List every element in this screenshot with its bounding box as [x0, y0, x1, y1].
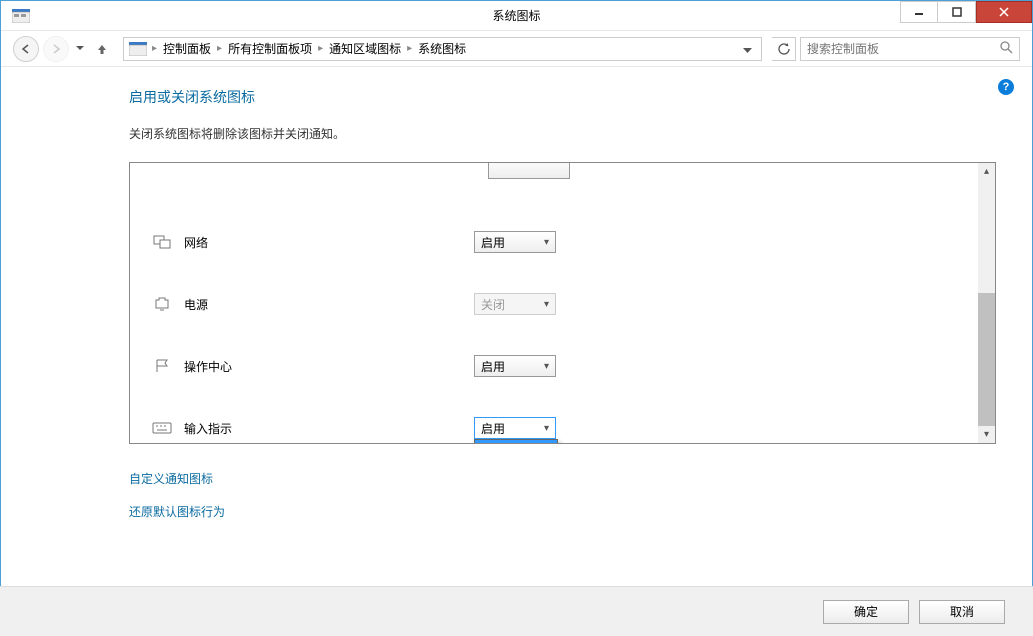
maximize-button[interactable] — [938, 1, 976, 23]
row-label: 电源 — [174, 296, 474, 313]
crumb-system-icons[interactable]: 系统图标 — [418, 40, 466, 57]
row-label: 操作中心 — [174, 358, 474, 375]
row-label: 网络 — [174, 234, 474, 251]
option-enable[interactable]: 启用 — [475, 440, 557, 444]
scrollbar[interactable]: ▴ ▾ — [978, 163, 995, 443]
cancel-button[interactable]: 取消 — [919, 600, 1005, 624]
row-network: 网络 启用 ▾ — [150, 211, 958, 273]
flag-icon — [150, 358, 174, 374]
back-button[interactable] — [13, 36, 39, 62]
crumb-control-panel[interactable]: 控制面板 — [163, 40, 211, 57]
crumb-all-items[interactable]: 所有控制面板项 — [228, 40, 312, 57]
page-title: 启用或关闭系统图标 — [129, 87, 996, 107]
page-description: 关闭系统图标将删除该图标并关闭通知。 — [129, 125, 996, 142]
row-power: 电源 关闭 ▾ — [150, 273, 958, 335]
icon-list: 网络 启用 ▾ 电源 关闭 ▾ 操作中心 启用 — [129, 162, 996, 444]
up-button[interactable] — [91, 38, 113, 60]
scroll-track[interactable] — [978, 180, 995, 426]
help-icon[interactable]: ? — [998, 79, 1014, 95]
titlebar: 系统图标 — [1, 1, 1032, 31]
minimize-button[interactable] — [900, 1, 938, 23]
chevron-down-icon: ▾ — [544, 237, 549, 248]
scroll-thumb[interactable] — [978, 293, 995, 426]
address-dropdown[interactable] — [733, 42, 757, 56]
partial-row-top — [150, 173, 958, 181]
crumb-notification-area[interactable]: 通知区域图标 — [329, 40, 401, 57]
select-network[interactable]: 启用 ▾ — [474, 231, 556, 253]
links: 自定义通知图标 还原默认图标行为 — [129, 470, 996, 520]
bottom-bar: 确定 取消 — [0, 586, 1033, 636]
row-label: 输入指示 — [174, 420, 474, 437]
power-icon — [150, 296, 174, 312]
chevron-down-icon: ▾ — [544, 423, 549, 434]
ok-button[interactable]: 确定 — [823, 600, 909, 624]
chevron-down-icon: ▾ — [544, 299, 549, 310]
window-title: 系统图标 — [492, 7, 540, 24]
link-restore[interactable]: 还原默认图标行为 — [129, 503, 996, 520]
history-dropdown[interactable] — [73, 38, 87, 60]
chevron-down-icon: ▾ — [544, 361, 549, 372]
chevron-right-icon: ▸ — [217, 43, 222, 54]
app-icon — [9, 4, 33, 28]
scroll-down-button[interactable]: ▾ — [978, 426, 995, 443]
chevron-right-icon: ▸ — [318, 43, 323, 54]
row-action-center: 操作中心 启用 ▾ — [150, 335, 958, 397]
content: ? 启用或关闭系统图标 关闭系统图标将删除该图标并关闭通知。 网络 启用 ▾ 电… — [1, 67, 1032, 585]
forward-button[interactable] — [43, 36, 69, 62]
nav-bar: ▸ 控制面板 ▸ 所有控制面板项 ▸ 通知区域图标 ▸ 系统图标 — [1, 31, 1032, 67]
partial-select[interactable] — [488, 162, 570, 179]
scroll-up-button[interactable]: ▴ — [978, 163, 995, 180]
keyboard-icon — [150, 421, 174, 435]
select-power: 关闭 ▾ — [474, 293, 556, 315]
breadcrumb: ▸ 控制面板 ▸ 所有控制面板项 ▸ 通知区域图标 ▸ 系统图标 — [152, 40, 733, 57]
network-icon — [150, 234, 174, 250]
address-bar[interactable]: ▸ 控制面板 ▸ 所有控制面板项 ▸ 通知区域图标 ▸ 系统图标 — [123, 37, 762, 61]
address-icon — [128, 40, 148, 58]
select-action-center[interactable]: 启用 ▾ — [474, 355, 556, 377]
list-body: 网络 启用 ▾ 电源 关闭 ▾ 操作中心 启用 — [130, 163, 978, 443]
close-button[interactable] — [976, 1, 1032, 23]
dropdown-popup: 启用 关闭 — [474, 439, 558, 444]
search-box[interactable] — [800, 37, 1020, 61]
select-input-indicator[interactable]: 启用 ▾ 启用 关闭 — [474, 417, 556, 439]
link-customize[interactable]: 自定义通知图标 — [129, 470, 996, 487]
chevron-right-icon: ▸ — [407, 43, 412, 54]
row-input-indicator: 输入指示 启用 ▾ 启用 关闭 — [150, 397, 958, 444]
chevron-right-icon: ▸ — [152, 43, 157, 54]
window-controls — [900, 1, 1032, 23]
search-input[interactable] — [807, 42, 999, 56]
search-icon[interactable] — [999, 40, 1013, 57]
refresh-button[interactable] — [772, 37, 796, 61]
